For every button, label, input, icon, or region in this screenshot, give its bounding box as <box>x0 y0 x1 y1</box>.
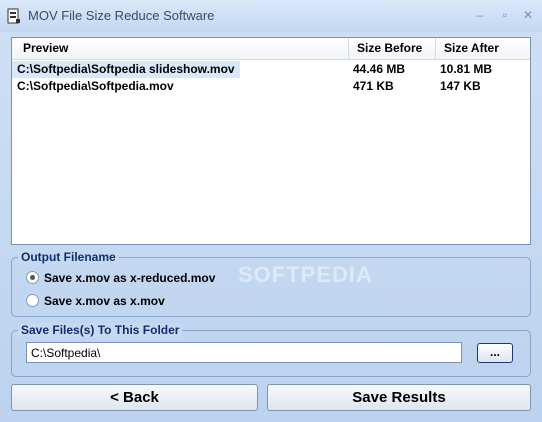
column-header-size-after[interactable]: Size After <box>436 38 530 59</box>
watermark: SOFTPEDIA <box>238 262 373 287</box>
file-list-header: Preview Size Before Size After <box>12 38 530 60</box>
size-before-cell: 44.46 MB <box>353 62 406 76</box>
size-before-cell: 471 KB <box>353 79 394 93</box>
table-row[interactable]: C:\Softpedia\Softpedia.mov 471 KB 147 KB <box>12 78 530 95</box>
column-header-preview[interactable]: Preview <box>12 38 349 59</box>
close-icon[interactable]: ✕ <box>519 7 537 23</box>
table-row[interactable]: C:\Softpedia\Softpedia slideshow.mov 44.… <box>12 61 530 78</box>
main-window: MOV File Size Reduce Software – ▫ ✕ Prev… <box>0 0 542 422</box>
size-after-cell: 147 KB <box>440 79 481 93</box>
size-after-cell: 10.81 MB <box>440 62 493 76</box>
radio-option-label: Save x.mov as x.mov <box>44 294 165 308</box>
radio-option-reduced[interactable]: Save x.mov as x-reduced.mov <box>26 270 215 286</box>
maximize-icon[interactable]: ▫ <box>496 7 514 23</box>
column-header-size-before[interactable]: Size Before <box>349 38 436 59</box>
title-bar[interactable]: MOV File Size Reduce Software – ▫ ✕ <box>0 0 542 32</box>
folder-path-input[interactable] <box>26 342 462 363</box>
radio-button[interactable] <box>26 294 39 308</box>
file-path-cell: C:\Softpedia\Softpedia.mov <box>17 79 174 93</box>
browse-button[interactable]: ... <box>477 343 513 363</box>
file-path-cell: C:\Softpedia\Softpedia slideshow.mov <box>12 61 240 78</box>
app-icon <box>7 8 20 24</box>
radio-button[interactable] <box>26 271 39 285</box>
radio-option-label: Save x.mov as x-reduced.mov <box>44 271 216 285</box>
radio-option-same[interactable]: Save x.mov as x.mov <box>26 293 165 309</box>
window-title: MOV File Size Reduce Software <box>28 8 215 23</box>
save-results-button[interactable]: Save Results <box>267 384 531 411</box>
save-folder-label: Save Files(s) To This Folder <box>18 323 183 337</box>
minimize-icon[interactable]: – <box>471 7 489 23</box>
back-button[interactable]: < Back <box>11 384 258 411</box>
file-list[interactable]: Preview Size Before Size After C:\Softpe… <box>11 37 531 245</box>
output-filename-label: Output Filename <box>18 250 119 264</box>
